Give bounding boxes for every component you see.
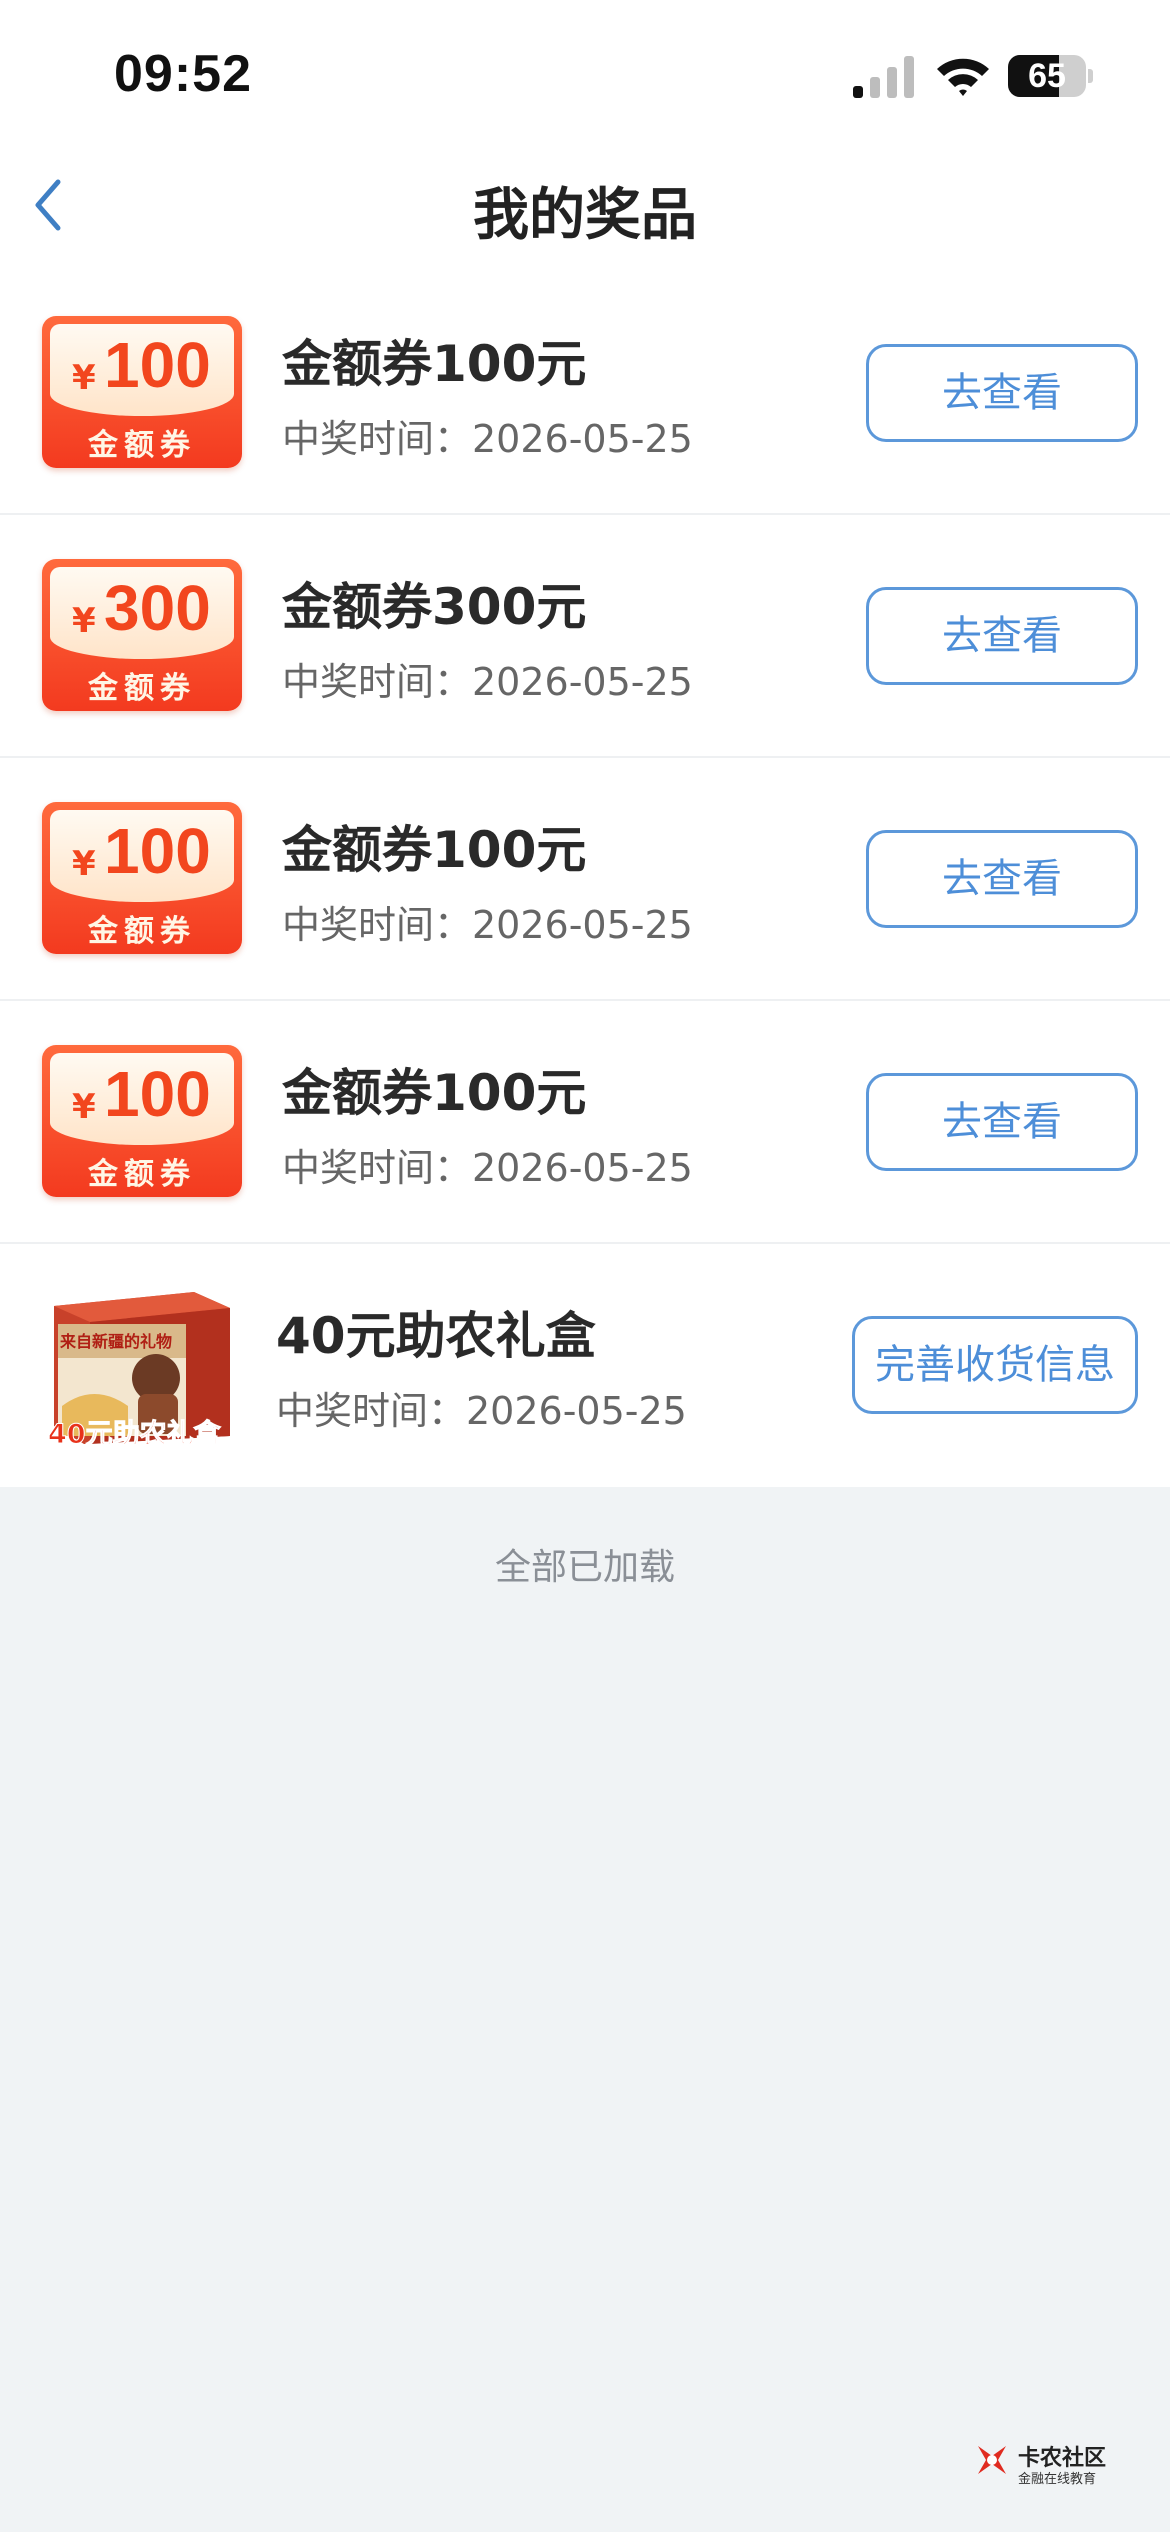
coupon-image: ¥ 300 金额券 bbox=[42, 559, 242, 711]
watermark-logo-icon bbox=[978, 2446, 1006, 2474]
prize-time: 中奖时间：2026-05-25 bbox=[276, 1389, 687, 1433]
prize-item: ¥ 100 金额券 金额券100元 中奖时间：2026-05-25 去查看 bbox=[0, 272, 1170, 515]
view-button[interactable]: 去查看 bbox=[866, 587, 1138, 685]
view-button[interactable]: 去查看 bbox=[866, 830, 1138, 928]
prize-time: 中奖时间：2026-05-25 bbox=[282, 417, 693, 461]
battery-tip bbox=[1088, 69, 1093, 83]
cellular-signal-icon bbox=[853, 56, 914, 98]
wifi-icon bbox=[937, 58, 989, 96]
prize-name: 金额券100元 bbox=[282, 335, 587, 393]
coupon-amount: 100 bbox=[104, 1058, 211, 1130]
coupon-amount: 300 bbox=[104, 572, 211, 644]
view-button[interactable]: 去查看 bbox=[866, 1073, 1138, 1171]
coupon-amount: 100 bbox=[104, 329, 211, 401]
coupon-currency: ¥ bbox=[72, 1087, 96, 1127]
coupon-label: 金额券 bbox=[88, 1157, 196, 1192]
nav-bar: 我的奖品 bbox=[0, 150, 1170, 260]
prize-item: ¥ 300 金额券 金额券300元 中奖时间：2026-05-25 去查看 bbox=[0, 515, 1170, 758]
coupon-image: ¥ 100 金额券 bbox=[42, 802, 242, 954]
battery-percentage: 65 bbox=[1028, 57, 1066, 95]
page-title: 我的奖品 bbox=[473, 183, 697, 248]
prize-time: 中奖时间：2026-05-25 bbox=[282, 1146, 693, 1190]
complete-shipping-info-button[interactable]: 完善收货信息 bbox=[852, 1316, 1138, 1414]
coupon-label: 金额券 bbox=[88, 671, 196, 706]
watermark-subtitle: 金融在线教育 bbox=[1018, 2472, 1097, 2487]
prize-name: 金额券100元 bbox=[282, 1064, 587, 1122]
coupon-image: ¥ 100 金额券 bbox=[42, 316, 242, 468]
prize-item: ¥ 100 金额券 金额券100元 中奖时间：2026-05-25 去查看 bbox=[0, 1001, 1170, 1244]
coupon-label: 金额券 bbox=[88, 914, 196, 949]
view-button[interactable]: 去查看 bbox=[866, 344, 1138, 442]
gift-caption: 40元助农礼盒 bbox=[48, 1419, 222, 1451]
status-time: 09:52 bbox=[114, 45, 252, 103]
prize-name: 40元助农礼盒 bbox=[276, 1307, 596, 1365]
coupon-currency: ¥ bbox=[72, 844, 96, 884]
gift-box-image: 来自新疆的礼物 40元助农礼盒 bbox=[44, 1286, 234, 1451]
prize-time: 中奖时间：2026-05-25 bbox=[282, 903, 693, 947]
coupon-currency: ¥ bbox=[72, 358, 96, 398]
coupon-image: ¥ 100 金额券 bbox=[42, 1045, 242, 1197]
prize-list: ¥ 100 金额券 金额券100元 中奖时间：2026-05-25 去查看 ¥ … bbox=[0, 272, 1170, 1487]
status-bar: 09:52 65 bbox=[0, 0, 1170, 150]
coupon-currency: ¥ bbox=[72, 601, 96, 641]
prize-item: ¥ 100 金额券 金额券100元 中奖时间：2026-05-25 去查看 bbox=[0, 758, 1170, 1001]
coupon-amount: 100 bbox=[104, 815, 211, 887]
prize-item: 来自新疆的礼物 40元助农礼盒 40元助农礼盒 中奖时间：2026-05-25 … bbox=[0, 1244, 1170, 1487]
prize-name: 金额券100元 bbox=[282, 821, 587, 879]
prize-time: 中奖时间：2026-05-25 bbox=[282, 660, 693, 704]
gift-banner-text: 来自新疆的礼物 bbox=[60, 1332, 173, 1351]
watermark: 卡农社区 金融在线教育 bbox=[972, 2440, 1112, 2490]
battery-icon: 65 bbox=[1008, 55, 1093, 97]
all-loaded-text: 全部已加载 bbox=[494, 1547, 675, 1588]
prize-name: 金额券300元 bbox=[282, 578, 587, 636]
coupon-label: 金额券 bbox=[88, 428, 196, 463]
